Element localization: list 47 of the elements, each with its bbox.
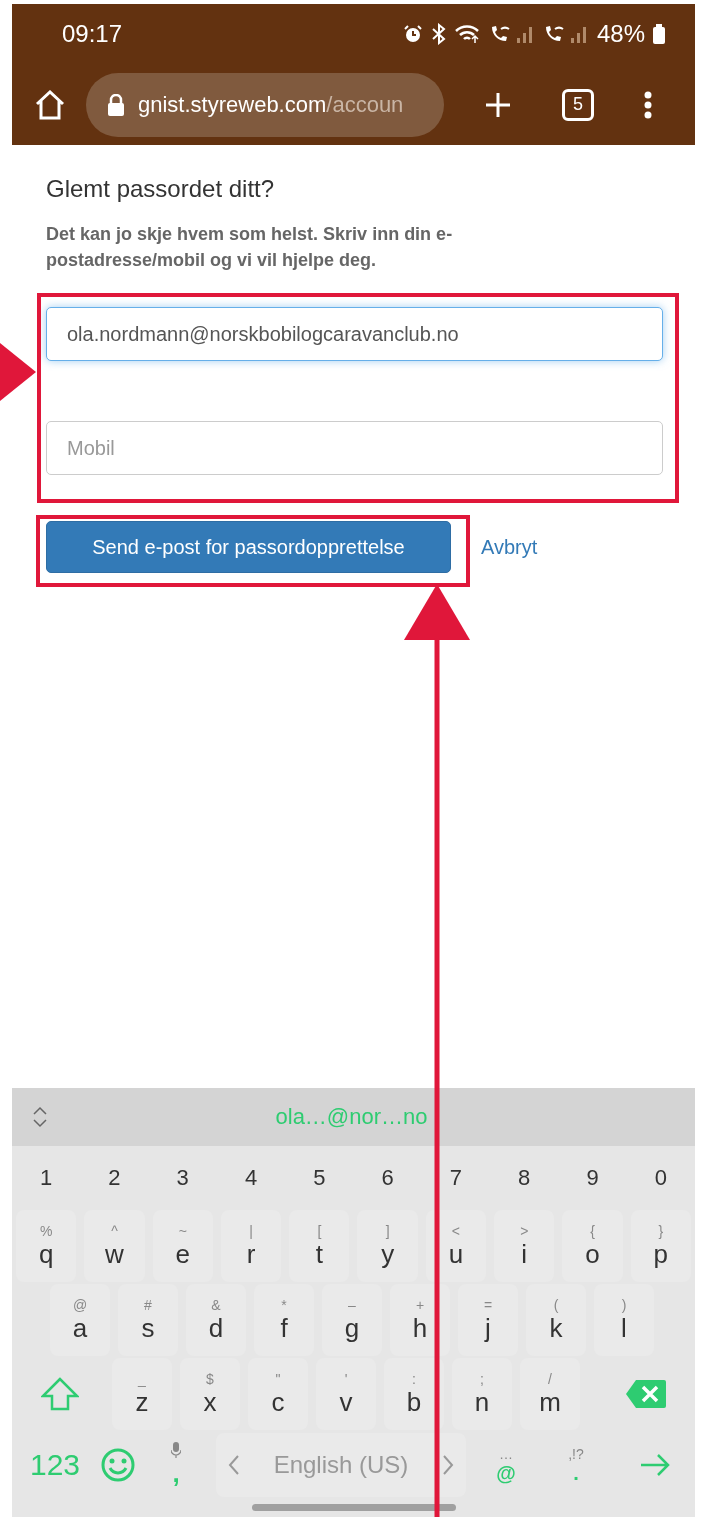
letter-key[interactable]: | r bbox=[220, 1210, 282, 1282]
battery-percentage: 48% bbox=[596, 20, 645, 48]
tab-count-button[interactable]: 5 bbox=[562, 88, 594, 121]
letter-key[interactable]: & d bbox=[186, 1284, 246, 1356]
letter-key[interactable]: } p bbox=[630, 1210, 691, 1282]
cancel-link[interactable]: Avbryt bbox=[481, 535, 538, 559]
letter-key[interactable]: ' v bbox=[316, 1358, 376, 1430]
number-key[interactable]: 4 bbox=[216, 1165, 286, 1191]
number-key[interactable]: 8 bbox=[490, 1165, 559, 1191]
letter-key[interactable]: ( k bbox=[526, 1284, 586, 1356]
number-key[interactable]: 9 bbox=[558, 1165, 627, 1191]
letter-key[interactable]: * f bbox=[254, 1284, 314, 1356]
number-key[interactable]: 5 bbox=[285, 1165, 354, 1191]
mobile-field[interactable]: Mobil bbox=[46, 421, 663, 475]
send-email-button[interactable]: Send e-post for passordopprettelse bbox=[46, 521, 451, 573]
letter-key[interactable]: [ t bbox=[289, 1210, 350, 1282]
language-label: English (US) bbox=[273, 1451, 409, 1479]
letter-key[interactable]: % q bbox=[16, 1210, 77, 1282]
letter-key[interactable]: @ a bbox=[50, 1284, 110, 1356]
number-key[interactable]: 7 bbox=[421, 1165, 491, 1191]
number-key[interactable]: 6 bbox=[353, 1165, 422, 1191]
letter-key[interactable]: ^ w bbox=[84, 1210, 145, 1282]
letter-key[interactable]: { o bbox=[562, 1210, 623, 1282]
letter-key[interactable]: ~ e bbox=[152, 1210, 213, 1282]
letter-key[interactable]: + h bbox=[390, 1284, 450, 1356]
number-key[interactable]: 1 bbox=[12, 1165, 81, 1191]
letter-key[interactable]: ; n bbox=[452, 1358, 512, 1430]
letter-key[interactable]: > i bbox=[494, 1210, 555, 1282]
letter-key[interactable]: / m bbox=[520, 1358, 580, 1430]
letter-key[interactable]: ] y bbox=[357, 1210, 418, 1282]
address-bar[interactable]: gnist.styreweb.com/accoun bbox=[86, 72, 444, 137]
page-title: Glemt passordet ditt? bbox=[46, 175, 276, 203]
number-key[interactable]: 2 bbox=[80, 1165, 149, 1191]
clock-time: 09:17 bbox=[62, 20, 124, 48]
email-field[interactable]: ola.nordmann@norskbobilogcaravanclub.no bbox=[46, 307, 663, 361]
letter-key[interactable]: # s bbox=[118, 1284, 178, 1356]
letter-key[interactable]: $ x bbox=[180, 1358, 240, 1430]
letter-key[interactable]: = j bbox=[458, 1284, 518, 1356]
letter-key[interactable]: _ z bbox=[112, 1358, 172, 1430]
letter-key[interactable]: – g bbox=[322, 1284, 382, 1356]
letter-key[interactable]: : b bbox=[384, 1358, 444, 1430]
description-text: Det kan jo skje hvem som helst. Skriv inn din e-postadresse/mobil og vi vil hjelpe deg. bbox=[46, 223, 454, 272]
number-key[interactable]: 3 bbox=[148, 1165, 217, 1191]
letter-key[interactable]: < u bbox=[425, 1210, 487, 1282]
number-key[interactable]: 0 bbox=[626, 1165, 695, 1191]
letter-key[interactable]: ) l bbox=[594, 1284, 654, 1356]
letter-key[interactable]: " c bbox=[248, 1358, 308, 1430]
